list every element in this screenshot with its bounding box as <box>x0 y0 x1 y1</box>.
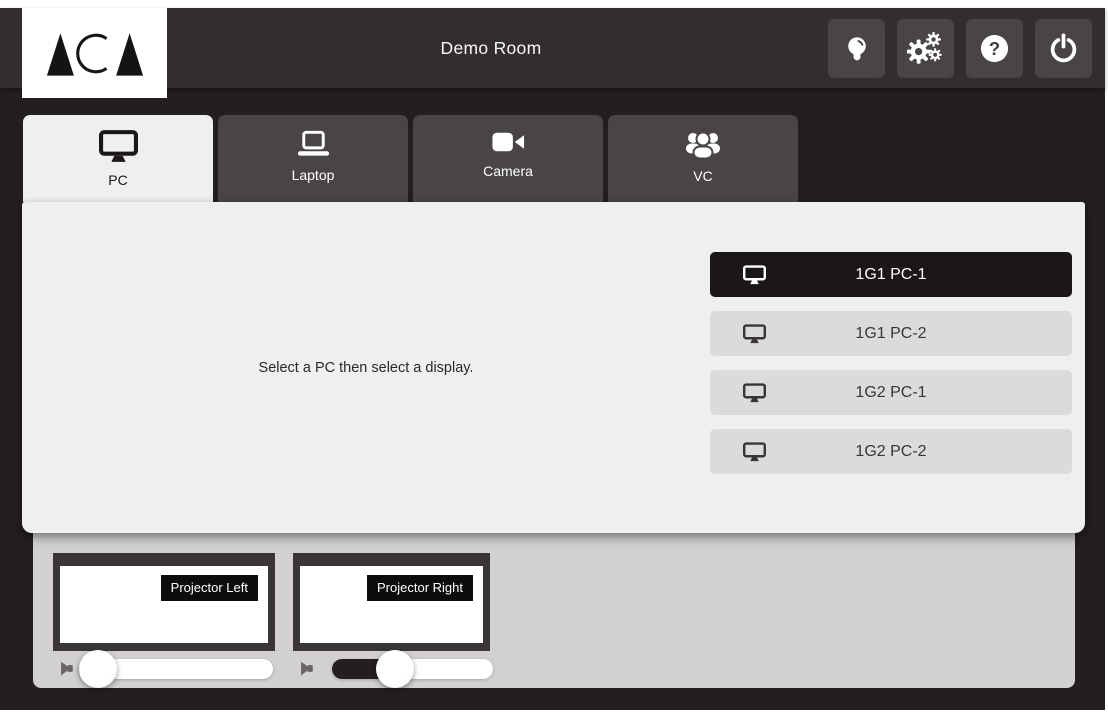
pc-item-1g2-pc-1[interactable]: 1G2 PC-1 <box>710 370 1072 415</box>
help-icon: ? <box>979 33 1010 64</box>
aca-logo-mark <box>45 31 145 76</box>
tab-pc[interactable]: PC <box>23 115 213 202</box>
pc-item-label: 1G2 PC-2 <box>855 443 926 461</box>
power-button[interactable] <box>1035 19 1092 78</box>
room-title: Demo Room <box>167 8 815 88</box>
monitor-icon <box>99 130 138 163</box>
projector-left-display[interactable]: Projector Left <box>53 553 275 651</box>
projector-screen[interactable]: Projector Right <box>293 566 490 643</box>
displays-panel: Projector Left Projector Right <box>33 528 1075 688</box>
source-tabs: PC Laptop Camera <box>23 115 798 202</box>
pc-item-1g1-pc-1[interactable]: 1G1 PC-1 <box>710 252 1072 297</box>
pc-item-label: 1G2 PC-1 <box>855 384 926 402</box>
monitor-icon <box>743 383 766 403</box>
projector-screen-top-bar <box>293 553 490 566</box>
room-control-page: Demo Room <box>0 0 1108 715</box>
svg-text:?: ? <box>989 38 1000 59</box>
lightbulb-icon <box>843 34 871 64</box>
monitor-icon <box>743 265 766 285</box>
laptop-icon <box>295 130 332 158</box>
pc-item-1g2-pc-2[interactable]: 1G2 PC-2 <box>710 429 1072 474</box>
projector-screen-bottom-bar <box>53 643 275 651</box>
header-buttons: ? <box>828 19 1092 78</box>
monitor-icon <box>743 442 766 462</box>
gears-icon <box>907 32 945 65</box>
projector-left-label: Projector Left <box>161 575 258 601</box>
projector-right-label: Projector Right <box>367 575 473 601</box>
pc-item-label: 1G1 PC-2 <box>855 325 926 343</box>
video-camera-icon <box>491 130 526 154</box>
tab-laptop[interactable]: Laptop <box>218 115 408 202</box>
projector-screen-top-bar <box>53 553 275 566</box>
projector-right-display[interactable]: Projector Right <box>293 553 490 651</box>
aca-logo <box>22 8 167 98</box>
pc-list: 1G1 PC-1 1G1 PC-2 1G2 PC-1 1G2 PC-2 <box>710 252 1072 488</box>
pc-panel: Select a PC then select a display. 1G1 P… <box>22 202 1085 533</box>
volume-thumb-left[interactable] <box>79 650 117 688</box>
tab-label: Camera <box>483 163 533 179</box>
monitor-icon <box>743 324 766 344</box>
projector-screen[interactable]: Projector Left <box>53 566 275 643</box>
pc-item-1g1-pc-2[interactable]: 1G1 PC-2 <box>710 311 1072 356</box>
speaker-icon <box>300 660 317 677</box>
volume-thumb-right[interactable] <box>376 650 414 688</box>
instruction-text: Select a PC then select a display. <box>22 202 710 533</box>
app-container: Demo Room <box>0 8 1105 710</box>
tab-label: PC <box>108 172 127 188</box>
speaker-icon <box>60 660 77 677</box>
power-icon <box>1048 33 1079 64</box>
lights-button[interactable] <box>828 19 885 78</box>
help-button[interactable]: ? <box>966 19 1023 78</box>
tab-label: VC <box>693 168 712 184</box>
settings-button[interactable] <box>897 19 954 78</box>
tab-camera[interactable]: Camera <box>413 115 603 202</box>
pc-item-label: 1G1 PC-1 <box>855 266 926 284</box>
tab-label: Laptop <box>292 167 335 183</box>
people-icon <box>683 130 723 159</box>
tab-vc[interactable]: VC <box>608 115 798 202</box>
